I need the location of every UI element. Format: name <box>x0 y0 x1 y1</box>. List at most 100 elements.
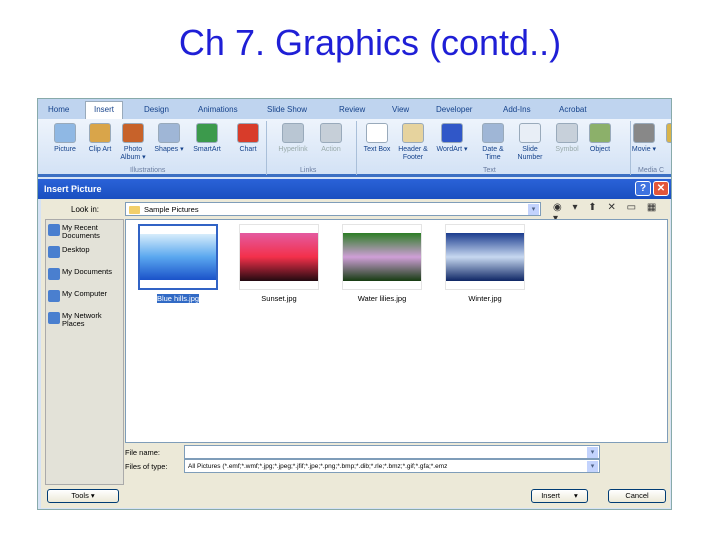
insert-label: Insert <box>541 491 560 500</box>
file-thumbnail[interactable] <box>239 224 319 290</box>
wordart-label: WordArt ▾ <box>436 146 468 153</box>
tab-acrobat[interactable]: Acrobat <box>559 105 587 114</box>
ribbon-button-symbol[interactable]: Symbol <box>550 123 584 154</box>
help-button[interactable]: ? <box>635 181 651 196</box>
my-network-places-icon <box>48 312 60 324</box>
tab-home[interactable]: Home <box>48 105 69 114</box>
tab-developer[interactable]: Developer <box>436 105 472 114</box>
look-in-value: Sample Pictures <box>144 205 199 214</box>
hyperlink-label: Hyperlink <box>278 146 308 153</box>
ribbon-button-picture[interactable]: Picture <box>48 123 82 154</box>
ribbon-button-photo-album[interactable]: Photo Album ▾ <box>116 123 150 162</box>
file-name[interactable]: Sunset.jpg <box>239 294 319 303</box>
file-name-input[interactable]: ▾ <box>184 445 600 459</box>
ribbon-button-shapes[interactable]: Shapes ▾ <box>152 123 186 154</box>
ribbon-button-clip-art[interactable]: Clip Art <box>83 123 117 154</box>
ribbon-button-object[interactable]: Object <box>583 123 617 154</box>
place-label: My Documents <box>62 267 113 276</box>
my-documents-icon <box>48 268 60 280</box>
wordart-icon <box>441 123 463 143</box>
file-thumbnail[interactable] <box>342 224 422 290</box>
chevron-down-icon[interactable]: ▾ <box>528 204 539 215</box>
header-footer-icon <box>402 123 424 143</box>
cancel-button[interactable]: Cancel <box>608 489 666 503</box>
thumbnail-image <box>240 233 318 281</box>
slide-number-icon <box>519 123 541 143</box>
ribbon-button-hyperlink[interactable]: Hyperlink <box>276 123 310 154</box>
place-label: My Network Places <box>62 311 102 328</box>
place-my-recent-documents[interactable]: My Recent Documents <box>48 224 122 240</box>
tab-slide-show[interactable]: Slide Show <box>267 105 307 114</box>
file-name[interactable]: Winter.jpg <box>445 294 525 303</box>
object-label: Object <box>589 146 611 153</box>
folder-icon <box>129 206 140 214</box>
my-recent-documents-icon <box>48 224 60 236</box>
ribbon-button-text-box[interactable]: Text Box <box>360 123 394 154</box>
group-label: Links <box>300 167 317 174</box>
insert-dropdown-arrow[interactable]: ▾ <box>574 491 578 500</box>
file-thumbnail[interactable] <box>138 224 218 290</box>
ribbon-button-so[interactable]: So <box>660 123 671 154</box>
insert-button[interactable]: Insert ▾ <box>531 489 588 503</box>
ribbon-button-date-time[interactable]: Date & Time <box>476 123 510 162</box>
picture-label: Picture <box>54 146 76 153</box>
shapes-icon <box>158 123 180 143</box>
text-box-icon <box>366 123 388 143</box>
group-separator <box>630 121 631 175</box>
place-my-documents[interactable]: My Documents <box>48 268 122 280</box>
slide-title: Ch 7. Graphics (contd..) <box>178 22 562 63</box>
tools-button[interactable]: Tools ▾ <box>47 489 119 503</box>
ribbon-button-movie[interactable]: Movie ▾ <box>627 123 661 154</box>
close-button[interactable]: ✕ <box>653 181 669 196</box>
ribbon-button-action[interactable]: Action <box>314 123 348 154</box>
tab-insert[interactable]: Insert <box>85 101 124 119</box>
smartart-label: SmartArt <box>193 146 221 153</box>
place-label: My Recent Documents <box>62 223 100 240</box>
hyperlink-icon <box>282 123 304 143</box>
chevron-down-icon[interactable]: ▾ <box>587 461 598 472</box>
action-label: Action <box>321 146 341 153</box>
date-time-icon <box>482 123 504 143</box>
ribbon-button-header-footer[interactable]: Header & Footer <box>396 123 430 162</box>
chevron-down-icon[interactable]: ▾ <box>587 447 598 458</box>
clip-art-label: Clip Art <box>88 146 112 153</box>
dialog-body: Look in: Sample Pictures ▾ ◉ ▾ ⬆ ✕ ▭ ▦ ▾… <box>41 199 670 508</box>
symbol-icon <box>556 123 578 143</box>
file-type-dropdown[interactable]: All Pictures (*.emf;*.wmf;*.jpg;*.jpeg;*… <box>184 459 600 473</box>
tab-design[interactable]: Design <box>144 105 169 114</box>
file-name-label: File name: <box>125 448 161 457</box>
file-thumbnail[interactable] <box>445 224 525 290</box>
ribbon-button-wordart[interactable]: WordArt ▾ <box>435 123 469 154</box>
group-label: Media C <box>638 167 665 174</box>
ribbon-button-chart[interactable]: Chart <box>231 123 265 154</box>
tab-add-ins[interactable]: Add-Ins <box>503 105 531 114</box>
ribbon: Picture Clip Art Photo Album ▾ Shapes ▾ Smar… <box>38 119 671 177</box>
shapes-label: Shapes ▾ <box>154 146 184 153</box>
ribbon-button-smartart[interactable]: SmartArt <box>190 123 224 154</box>
file-name[interactable]: Blue hills.jpg <box>138 294 218 303</box>
dialog-titlebar: Insert Picture ? ✕ <box>38 179 671 199</box>
dialog-title: Insert Picture <box>44 184 102 194</box>
desktop-icon <box>48 246 60 258</box>
tab-review[interactable]: Review <box>339 105 365 114</box>
place-my-network-places[interactable]: My Network Places <box>48 312 122 328</box>
place-desktop[interactable]: Desktop <box>48 246 122 258</box>
place-my-computer[interactable]: My Computer <box>48 290 122 302</box>
chart-icon <box>237 123 259 143</box>
thumbnail-image <box>343 233 421 281</box>
file-name[interactable]: Water lilies.jpg <box>342 294 422 303</box>
file-type-value: All Pictures (*.emf;*.wmf;*.jpg;*.jpeg;*… <box>188 463 448 470</box>
look-in-dropdown[interactable]: Sample Pictures ▾ <box>125 202 541 216</box>
smartart-icon <box>196 123 218 143</box>
group-label: Illustrations <box>130 167 166 174</box>
picture-icon <box>54 123 76 143</box>
tab-animations[interactable]: Animations <box>198 105 238 114</box>
file-name-text: Sunset.jpg <box>261 294 297 303</box>
date-time-label: Date & Time <box>482 146 504 161</box>
ribbon-button-slide-number[interactable]: Slide Number <box>513 123 547 162</box>
photo-album-icon <box>122 123 144 143</box>
file-view: Blue hills.jpg Sunset.jpg Water lilies.jpg… <box>125 219 668 443</box>
my-computer-icon <box>48 290 60 302</box>
tab-view[interactable]: View <box>392 105 409 114</box>
header-footer-label: Header & Footer <box>398 146 428 161</box>
